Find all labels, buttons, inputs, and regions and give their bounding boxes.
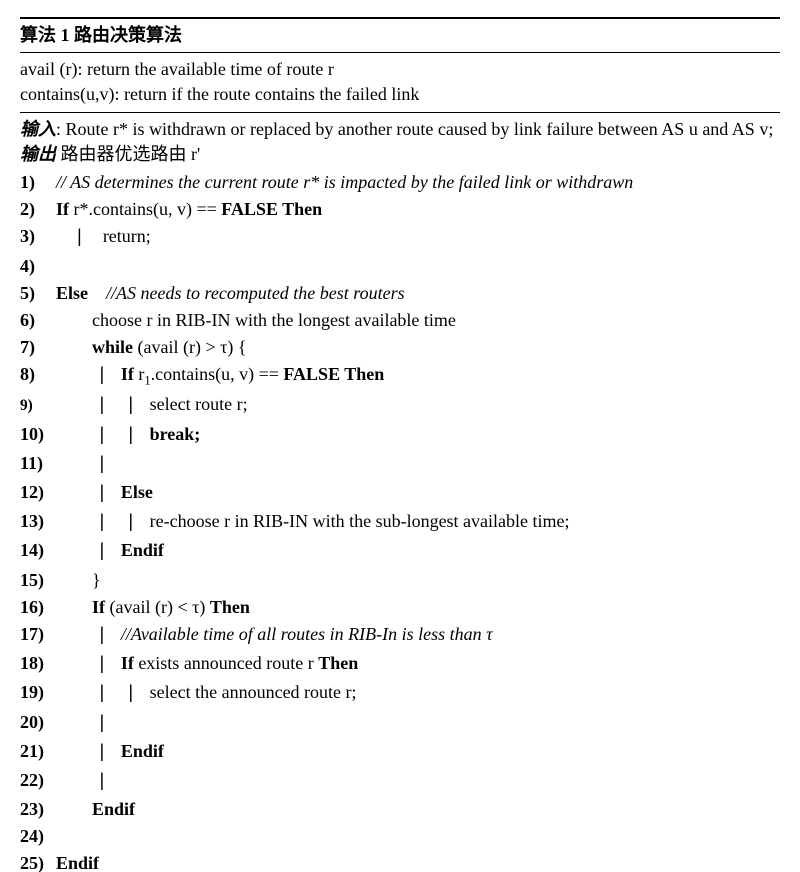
code-line-12: 12) | Else <box>20 479 780 508</box>
code-line-16: 16) If (avail (r) < τ) Then <box>20 594 780 621</box>
lineno: 20) <box>20 710 56 735</box>
lineno: 17) <box>20 622 56 647</box>
code-line-18: 18) | If exists announced route r Then <box>20 650 780 679</box>
output-line: 输出 路由器优选路由 r' <box>20 142 780 167</box>
algorithm-title: 算法 1 路由决策算法 <box>20 21 780 50</box>
code-line-5: 5) Else //AS needs to recomputed the bes… <box>20 280 780 307</box>
stmt: | If exists announced route r Then <box>56 651 358 678</box>
code-line-11: 11) | <box>20 450 780 479</box>
stmt: while (avail (r) > τ) { <box>56 335 247 360</box>
code-line-7: 7) while (avail (r) > τ) { <box>20 334 780 361</box>
lineno: 8) <box>20 362 56 387</box>
lineno: 21) <box>20 739 56 764</box>
stmt: | | re-choose r in RIB-IN with the sub-l… <box>56 509 570 536</box>
stmt: | | select the announced route r; <box>56 680 357 707</box>
lineno: 15) <box>20 568 56 593</box>
stmt: Endif <box>56 851 99 872</box>
lineno: 5) <box>20 281 56 306</box>
code-line-4: 4) <box>20 253 780 280</box>
def-contains: contains(u,v): return if the route conta… <box>20 82 780 107</box>
stmt: If (avail (r) < τ) Then <box>56 595 250 620</box>
code-line-2: 2) If r*.contains(u, v) == FALSE Then <box>20 196 780 223</box>
stmt: choose r in RIB-IN with the longest avai… <box>56 308 456 333</box>
input-text: : Route r* is withdrawn or replaced by a… <box>56 119 773 139</box>
stmt: | <box>56 710 107 737</box>
lineno: 1) <box>20 170 56 195</box>
code-line-10: 10) | | break; <box>20 421 780 450</box>
input-line: 输入: Route r* is withdrawn or replaced by… <box>20 117 780 142</box>
code-line-3: 3) | return; <box>20 223 780 252</box>
algorithm-block: 算法 1 路由决策算法 avail (r): return the availa… <box>20 17 780 872</box>
code-line-17: 17) | //Available time of all routes in … <box>20 621 780 650</box>
lineno: 13) <box>20 509 56 534</box>
lineno: 4) <box>20 254 56 279</box>
code-line-24: 24) <box>20 823 780 850</box>
code-line-22: 22) | <box>20 767 780 796</box>
title-text: 路由决策算法 <box>74 25 182 45</box>
stmt: | return; <box>56 224 151 251</box>
lineno: 24) <box>20 824 56 849</box>
code-line-1: 1) // AS determines the current route r*… <box>20 169 780 196</box>
lineno: 6) <box>20 308 56 333</box>
code-line-23: 23) Endif <box>20 796 780 823</box>
stmt: | Endif <box>56 538 164 565</box>
lineno: 14) <box>20 538 56 563</box>
def-avail: avail (r): return the available time of … <box>20 57 780 82</box>
lineno: 12) <box>20 480 56 505</box>
lineno: 19) <box>20 680 56 705</box>
lineno: 9) <box>20 395 56 416</box>
rule-after-defs <box>20 112 780 113</box>
output-text: 路由器优选路由 r' <box>56 144 200 164</box>
code-line-9: 9) | | select route r; <box>20 391 780 420</box>
lineno: 22) <box>20 768 56 793</box>
io-block: 输入: Route r* is withdrawn or replaced by… <box>20 115 780 169</box>
code-line-19: 19) | | select the announced route r; <box>20 679 780 708</box>
code-line-14: 14) | Endif <box>20 537 780 566</box>
stmt: If r*.contains(u, v) == FALSE Then <box>56 197 322 222</box>
lineno: 3) <box>20 224 56 249</box>
code-line-20: 20) | <box>20 709 780 738</box>
stmt: | Else <box>56 480 153 507</box>
output-label: 输出 <box>20 144 56 164</box>
definitions: avail (r): return the available time of … <box>20 55 780 109</box>
lineno: 10) <box>20 422 56 447</box>
stmt: Endif <box>56 797 135 822</box>
stmt: | If r1.contains(u, v) == FALSE Then <box>56 362 384 390</box>
stmt: | //Available time of all routes in RIB-… <box>56 622 493 649</box>
stmt: | | break; <box>56 422 200 449</box>
lineno: 11) <box>20 451 56 476</box>
input-label: 输入 <box>20 119 56 139</box>
stmt: } <box>56 568 101 593</box>
lineno: 18) <box>20 651 56 676</box>
lineno: 7) <box>20 335 56 360</box>
lineno: 16) <box>20 595 56 620</box>
stmt: Else //AS needs to recomputed the best r… <box>56 281 405 306</box>
code-line-13: 13) | | re-choose r in RIB-IN with the s… <box>20 508 780 537</box>
title-prefix: 算法 1 <box>20 25 70 45</box>
comment: // AS determines the current route r* is… <box>56 170 633 195</box>
stmt: | <box>56 451 107 478</box>
stmt: | | select route r; <box>56 392 248 419</box>
lineno: 2) <box>20 197 56 222</box>
code-line-15: 15) } <box>20 567 780 594</box>
code-line-8: 8) | If r1.contains(u, v) == FALSE Then <box>20 361 780 391</box>
code-line-25: 25) Endif <box>20 850 780 872</box>
rule-top <box>20 17 780 19</box>
code-line-21: 21) | Endif <box>20 738 780 767</box>
lineno: 23) <box>20 797 56 822</box>
code-line-6: 6) choose r in RIB-IN with the longest a… <box>20 307 780 334</box>
stmt: | <box>56 768 107 795</box>
lineno: 25) <box>20 851 56 872</box>
rule-after-title <box>20 52 780 53</box>
